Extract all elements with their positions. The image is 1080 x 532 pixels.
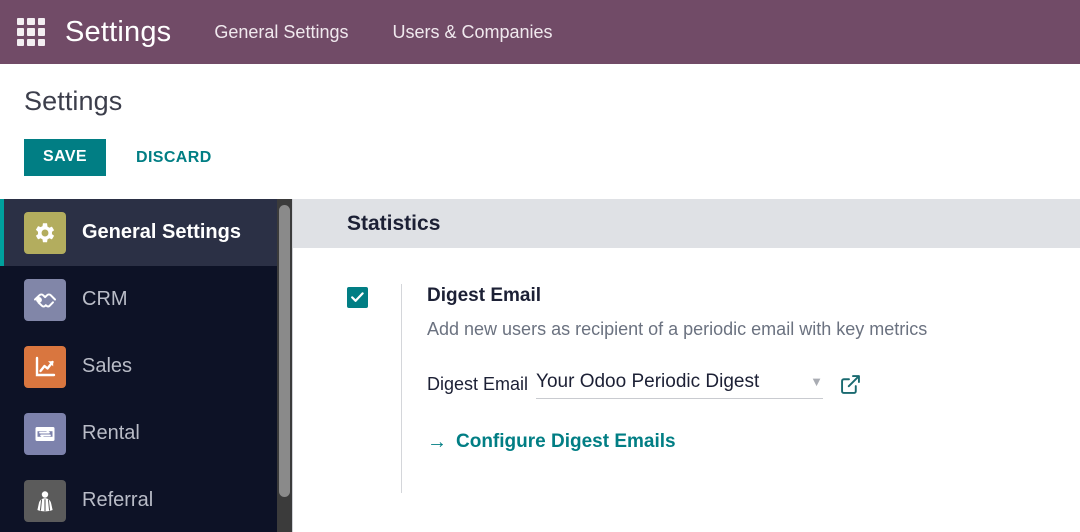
apps-grid-icon[interactable]: [17, 18, 45, 46]
trend-chart-icon: [24, 346, 66, 388]
digest-email-checkbox[interactable]: [347, 287, 368, 308]
page-title: Settings: [24, 86, 1080, 117]
setting-name: Digest Email: [427, 284, 1080, 309]
section-title: Statistics: [347, 212, 440, 236]
digest-email-field-label: Digest Email: [427, 374, 528, 395]
sidebar-item-general-settings[interactable]: General Settings: [0, 199, 292, 266]
menu-users-companies[interactable]: Users & Companies: [392, 22, 552, 43]
arrow-right-icon: →: [427, 432, 447, 452]
setting-row: Digest Email Add new users as recipient …: [347, 284, 1080, 493]
sidebar-item-label: General Settings: [82, 221, 241, 244]
rental-box-icon: [24, 413, 66, 455]
section-header-statistics: Statistics: [293, 199, 1080, 248]
sidebar-item-sales[interactable]: Sales: [0, 333, 292, 400]
sidebar-scrollbar-thumb[interactable]: [279, 205, 290, 497]
chevron-down-icon[interactable]: ▼: [792, 375, 823, 388]
control-panel: Settings SAVE DISCARD: [0, 64, 1080, 199]
grid-cell: [27, 18, 34, 25]
settings-sidebar: General Settings CRM Sales: [0, 199, 292, 532]
setting-body: Digest Email Add new users as recipient …: [401, 284, 1080, 493]
sidebar-item-label: Referral: [82, 489, 153, 512]
sidebar-item-crm[interactable]: CRM: [0, 266, 292, 333]
check-icon: [351, 292, 364, 303]
menu-general-settings[interactable]: General Settings: [214, 22, 348, 43]
grid-cell: [38, 18, 45, 25]
discard-button[interactable]: DISCARD: [128, 140, 220, 176]
grid-cell: [27, 39, 34, 46]
setting-block-digest-email: Digest Email Add new users as recipient …: [293, 248, 1080, 493]
grid-cell: [38, 28, 45, 35]
grid-cell: [17, 28, 24, 35]
digest-email-select[interactable]: Your Odoo Periodic Digest ▼: [536, 371, 823, 399]
digest-email-field-row: Digest Email Your Odoo Periodic Digest ▼: [427, 371, 1080, 399]
gear-icon: [24, 212, 66, 254]
digest-email-selected-value: Your Odoo Periodic Digest: [536, 371, 759, 393]
body-wrapper: General Settings CRM Sales: [0, 199, 1080, 532]
setting-description: Add new users as recipient of a periodic…: [427, 317, 1080, 341]
configure-digest-emails-label: Configure Digest Emails: [456, 431, 676, 453]
save-button[interactable]: SAVE: [24, 139, 106, 176]
top-navbar: Settings General Settings Users & Compan…: [0, 0, 1080, 64]
action-button-row: SAVE DISCARD: [24, 139, 1080, 176]
external-link-icon[interactable]: [839, 373, 862, 396]
settings-main-panel: Statistics Digest Email Add new users as…: [292, 199, 1080, 532]
sidebar-item-rental[interactable]: Rental: [0, 400, 292, 467]
sidebar-item-label: CRM: [82, 288, 128, 311]
sidebar-scrollbar-track[interactable]: [277, 199, 292, 532]
grid-cell: [27, 28, 34, 35]
app-brand-title[interactable]: Settings: [65, 16, 171, 49]
sidebar-item-label: Rental: [82, 422, 140, 445]
sidebar-item-label: Sales: [82, 355, 132, 378]
referral-person-icon: [24, 480, 66, 522]
configure-digest-emails-link[interactable]: → Configure Digest Emails: [427, 431, 1080, 453]
grid-cell: [38, 39, 45, 46]
handshake-icon: [24, 279, 66, 321]
grid-cell: [17, 18, 24, 25]
sidebar-item-referral[interactable]: Referral: [0, 467, 292, 532]
grid-cell: [17, 39, 24, 46]
